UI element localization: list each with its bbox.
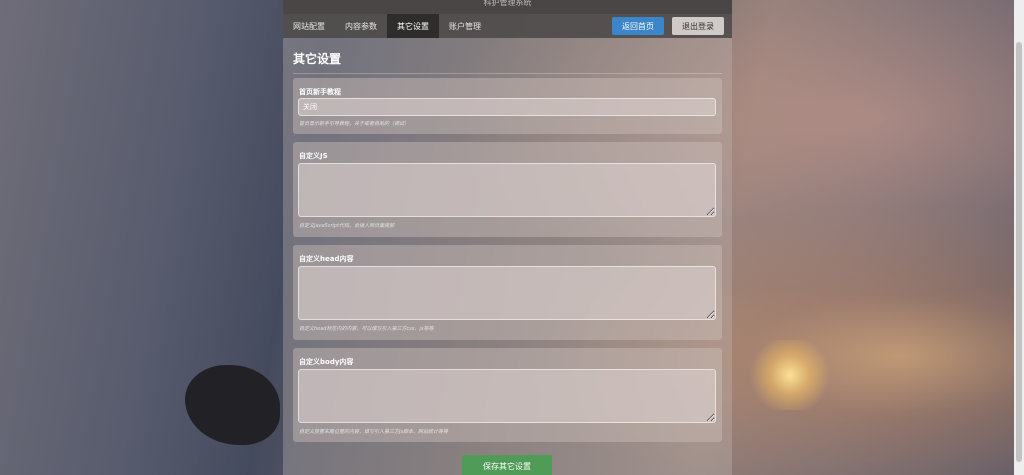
page-title: 其它设置 xyxy=(293,52,342,66)
back-home-button[interactable]: 返回首页 xyxy=(612,17,664,35)
custom-body-textarea[interactable] xyxy=(298,369,716,423)
tab-other-settings[interactable]: 其它设置 xyxy=(387,14,439,38)
tutorial-label: 首页新手教程 xyxy=(299,88,341,96)
custom-js-textarea[interactable] xyxy=(298,163,716,217)
tab-content-params[interactable]: 内容参数 xyxy=(335,14,387,38)
custom-head-hint: 自定义head标签内的内容，可以填写引入第三方css、js等等 xyxy=(299,326,434,332)
custom-js-card: 自定义JS 自定义JavaScript代码，会插入到页面底部 xyxy=(293,142,722,237)
top-nav: 网站配置 内容参数 其它设置 账户管理 返回首页 退出登录 xyxy=(283,14,732,38)
title-divider xyxy=(293,73,722,74)
tutorial-hint: 首页显示新手引导教程，关于或者自助的（调试） xyxy=(299,121,410,127)
tutorial-select[interactable]: 关闭 xyxy=(298,98,716,116)
system-title: 科护管理系统 xyxy=(283,0,732,14)
custom-head-textarea[interactable] xyxy=(298,266,716,320)
tab-site-config[interactable]: 网站配置 xyxy=(283,14,335,38)
scrollbar-thumb[interactable] xyxy=(1016,42,1022,462)
background-sparkle xyxy=(745,340,835,410)
logout-button[interactable]: 退出登录 xyxy=(672,17,724,35)
admin-panel: 科护管理系统 网站配置 内容参数 其它设置 账户管理 返回首页 退出登录 其它设… xyxy=(283,0,732,475)
custom-body-label: 自定义body内容 xyxy=(299,358,354,366)
custom-js-label: 自定义JS xyxy=(299,152,328,160)
custom-body-hint: 自定义放置末尾位置的内容，填写引入第三方js脚本、网站统计等等 xyxy=(299,429,448,435)
save-other-settings-button[interactable]: 保存其它设置 xyxy=(462,455,552,475)
background-rock xyxy=(185,365,280,445)
tutorial-setting-card: 首页新手教程 关闭 首页显示新手引导教程，关于或者自助的（调试） xyxy=(293,78,722,134)
custom-head-label: 自定义head内容 xyxy=(299,255,354,263)
page-scrollbar[interactable] xyxy=(1014,0,1024,475)
custom-head-card: 自定义head内容 自定义head标签内的内容，可以填写引入第三方css、js等… xyxy=(293,245,722,340)
custom-js-hint: 自定义JavaScript代码，会插入到页面底部 xyxy=(299,223,395,229)
custom-body-card: 自定义body内容 自定义放置末尾位置的内容，填写引入第三方js脚本、网站统计等… xyxy=(293,348,722,442)
tab-account-management[interactable]: 账户管理 xyxy=(439,14,491,38)
